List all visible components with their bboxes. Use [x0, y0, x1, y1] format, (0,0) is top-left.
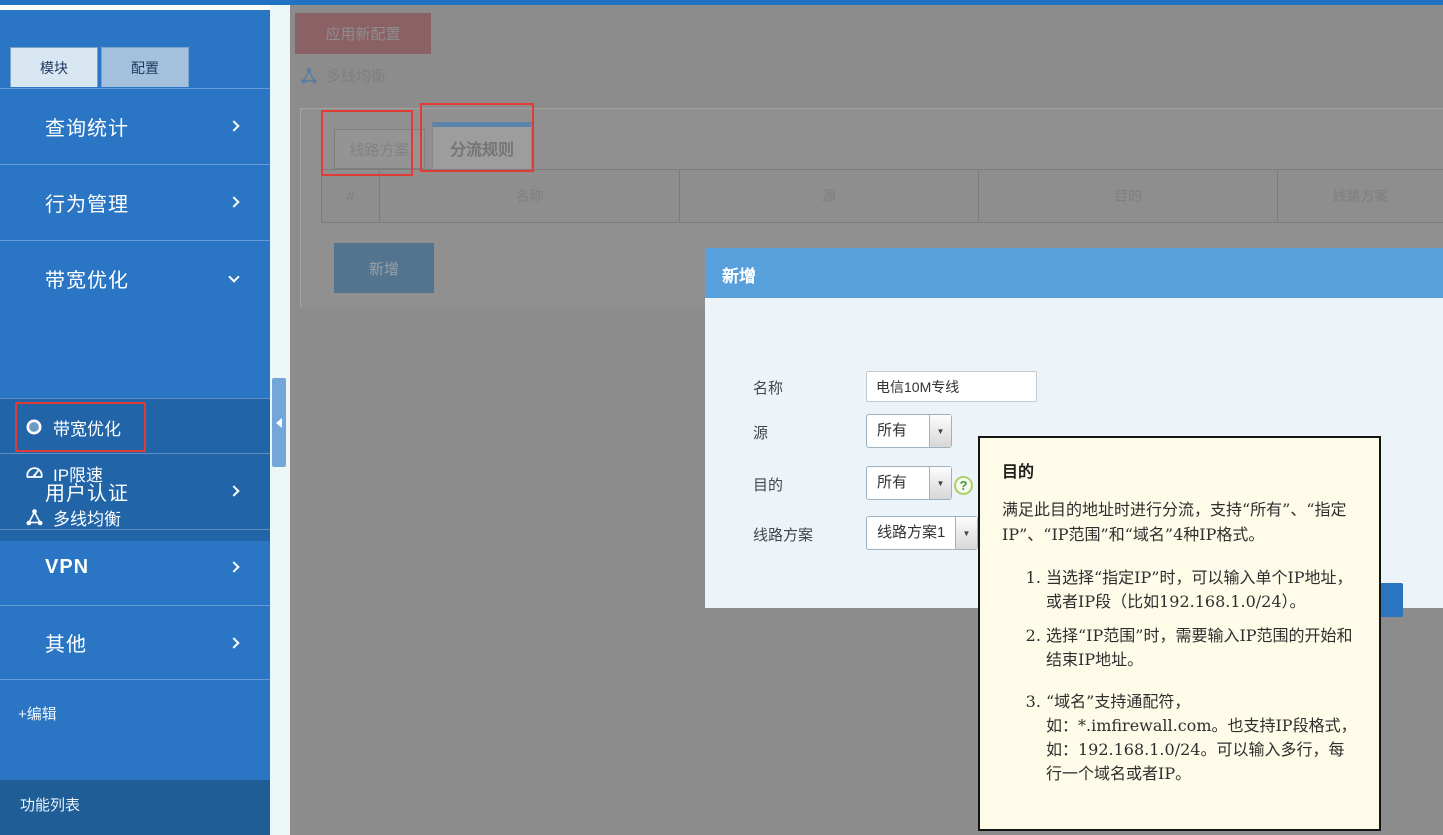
sidebar-item-bandwidth-optimize[interactable]: 带宽优化 [0, 404, 270, 450]
line-plan-label: 线路方案 [753, 524, 813, 545]
sidebar: 模块 配置 查询统计 行为管理 带宽优化 [0, 5, 270, 835]
sidebar-footer: 功能列表 [0, 780, 270, 835]
collapse-left-icon [276, 418, 282, 428]
function-list-label[interactable]: 功能列表 [20, 794, 80, 815]
page-title: 多线均衡 [326, 65, 386, 86]
sidebar-item-vpn[interactable]: VPN [0, 529, 270, 604]
sidebar-top-strip [0, 5, 270, 10]
sidebar-item-user-auth[interactable]: 用户认证 [0, 453, 270, 528]
chevron-right-icon [228, 485, 239, 496]
name-label: 名称 [753, 377, 783, 398]
circle-icon [24, 417, 44, 437]
tab-config-label: 配置 [131, 58, 159, 78]
tooltip-title: 目的 [1002, 458, 1357, 482]
chevron-down-icon [228, 271, 239, 282]
dialog-title: 新增 [722, 262, 756, 287]
tab-line-plan[interactable]: 线路方案 [334, 129, 425, 169]
destination-help-tooltip: 目的 满足此目的地址时进行分流，支持“所有”、“指定IP”、“IP范围”和“域名… [978, 436, 1381, 831]
edit-link[interactable]: +编辑 [18, 703, 57, 724]
column-header-destination: 目的 [979, 170, 1278, 222]
source-label: 源 [753, 422, 768, 443]
caret-down-icon: ▼ [963, 529, 971, 538]
sidebar-item-behavior-mgmt[interactable]: 行为管理 [0, 164, 270, 239]
dropdown-button[interactable]: ▼ [955, 517, 977, 549]
chevron-right-icon [228, 637, 239, 648]
tab-split-rules[interactable]: 分流规则 [432, 122, 532, 170]
column-header-name: 名称 [380, 170, 680, 222]
rules-table-header: # 名称 源 目的 线路方案 [321, 169, 1443, 223]
destination-label: 目的 [753, 474, 783, 495]
column-header-line-plan: 线路方案 [1278, 170, 1443, 222]
line-plan-select[interactable]: 线路方案1 ▼ [866, 516, 978, 550]
tooltip-item: 选择“IP范围”时，需要输入IP范围的开始和结束IP地址。 [1046, 624, 1357, 672]
tooltip-intro: 满足此目的地址时进行分流，支持“所有”、“指定IP”、“IP范围”和“域名”4种… [1002, 498, 1357, 548]
dropdown-button[interactable]: ▼ [929, 467, 951, 499]
column-header-source: 源 [680, 170, 979, 222]
tab-modules[interactable]: 模块 [10, 47, 98, 87]
sidebar-item-bandwidth-opt[interactable]: 带宽优化 [0, 240, 270, 315]
help-icon[interactable]: ? [954, 476, 973, 495]
tooltip-item: “域名”支持通配符， 如：*.imfirewall.com。也支持IP段格式，如… [1046, 690, 1357, 786]
dialog-header: 新增 [705, 248, 1443, 298]
caret-down-icon: ▼ [937, 479, 945, 488]
sidebar-tab-strip: 模块 配置 [10, 47, 192, 87]
source-select[interactable]: 所有 ▼ [866, 414, 952, 448]
tooltip-item: 当选择“指定IP”时，可以输入单个IP地址，或者IP段（比如192.168.1.… [1046, 566, 1357, 614]
chevron-right-icon [228, 561, 239, 572]
tab-config[interactable]: 配置 [101, 47, 189, 87]
share-nodes-icon [300, 67, 318, 85]
chevron-right-icon [228, 196, 239, 207]
column-header-index: # [322, 170, 380, 222]
sidebar-item-query-stats[interactable]: 查询统计 [0, 88, 270, 163]
app-window: 模块 配置 查询统计 行为管理 带宽优化 [0, 0, 1443, 835]
destination-select[interactable]: 所有 ▼ [866, 466, 952, 500]
chevron-right-icon [228, 120, 239, 131]
tooltip-list: 当选择“指定IP”时，可以输入单个IP地址，或者IP段（比如192.168.1.… [1002, 566, 1357, 786]
sidebar-collapse-handle[interactable] [272, 378, 286, 467]
apply-config-button[interactable]: 应用新配置 [295, 13, 431, 54]
sidebar-item-other[interactable]: 其他 [0, 605, 270, 680]
breadcrumb: 多线均衡 [300, 65, 386, 86]
tab-modules-label: 模块 [40, 58, 68, 78]
caret-down-icon: ▼ [937, 427, 945, 436]
name-field[interactable] [866, 371, 1037, 402]
add-button[interactable]: 新增 [334, 243, 434, 293]
dropdown-button[interactable]: ▼ [929, 415, 951, 447]
